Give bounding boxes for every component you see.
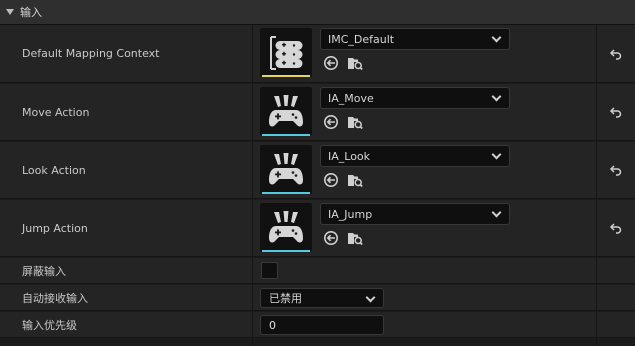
asset-type-underline: [262, 75, 310, 77]
column-divider: [252, 25, 253, 346]
property-label: 自动接收输入: [22, 291, 88, 305]
browse-asset-icon[interactable]: [347, 172, 363, 188]
dropdown-value: 已禁用: [269, 292, 302, 305]
move-action-combo[interactable]: IA_Move: [320, 87, 510, 109]
asset-type-underline: [262, 192, 310, 194]
row-auto-receive-input: 自动接收输入 已禁用: [0, 285, 635, 311]
asset-type-underline: [262, 134, 310, 136]
look-action-combo[interactable]: IA_Look: [320, 145, 510, 167]
property-label: Default Mapping Context: [22, 47, 160, 60]
input-section-header[interactable]: 输入: [0, 0, 635, 25]
mapping-context-combo[interactable]: IMC_Default: [320, 28, 510, 50]
reset-to-default-icon[interactable]: [609, 105, 623, 119]
property-label: Look Action: [22, 163, 86, 177]
asset-name: IMC_Default: [328, 32, 395, 46]
row-look-action: Look Action IA_Look: [0, 142, 635, 199]
auto-receive-input-dropdown[interactable]: 已禁用: [260, 288, 384, 308]
property-label: 屏蔽输入: [22, 264, 66, 278]
reset-to-default-icon[interactable]: [609, 221, 623, 235]
chevron-down-icon: [491, 149, 502, 160]
section-title: 输入: [20, 6, 42, 19]
column-divider: [596, 25, 597, 346]
property-label: 输入优先级: [22, 318, 77, 332]
property-label: Jump Action: [22, 221, 88, 235]
asset-type-underline: [262, 250, 310, 252]
jump-action-combo[interactable]: IA_Jump: [320, 203, 510, 225]
chevron-down-icon: [365, 292, 376, 303]
chevron-down-icon: [491, 32, 502, 43]
use-selected-icon[interactable]: [323, 230, 339, 246]
row-block-input: 屏蔽输入: [0, 258, 635, 284]
input-action-icon[interactable]: [260, 87, 312, 136]
row-jump-action: Jump Action IA_Jump: [0, 200, 635, 257]
property-label: Move Action: [22, 105, 90, 119]
chevron-down-icon: [491, 207, 502, 218]
field-value: 0: [269, 318, 276, 332]
input-action-icon[interactable]: [260, 203, 312, 252]
collapse-arrow-icon[interactable]: [6, 9, 14, 15]
asset-name: IA_Move: [328, 91, 374, 105]
details-panel: 输入 Default Mapping Context IMC_Default M…: [0, 0, 635, 346]
block-input-checkbox[interactable]: [261, 262, 278, 279]
row-move-action: Move Action IA_Move: [0, 84, 635, 141]
browse-asset-icon[interactable]: [347, 55, 363, 71]
row-default-mapping-context: Default Mapping Context IMC_Default: [0, 25, 635, 83]
reset-to-default-icon[interactable]: [609, 47, 623, 61]
use-selected-icon[interactable]: [323, 55, 339, 71]
mapping-context-icon[interactable]: [260, 28, 312, 77]
use-selected-icon[interactable]: [323, 114, 339, 130]
asset-name: IA_Look: [328, 149, 371, 163]
asset-name: IA_Jump: [328, 207, 373, 221]
reset-to-default-icon[interactable]: [609, 163, 623, 177]
chevron-down-icon: [491, 91, 502, 102]
input-action-icon[interactable]: [260, 145, 312, 194]
input-priority-field[interactable]: 0: [260, 315, 384, 335]
row-input-priority: 输入优先级 0: [0, 312, 635, 338]
browse-asset-icon[interactable]: [347, 114, 363, 130]
browse-asset-icon[interactable]: [347, 230, 363, 246]
use-selected-icon[interactable]: [323, 172, 339, 188]
